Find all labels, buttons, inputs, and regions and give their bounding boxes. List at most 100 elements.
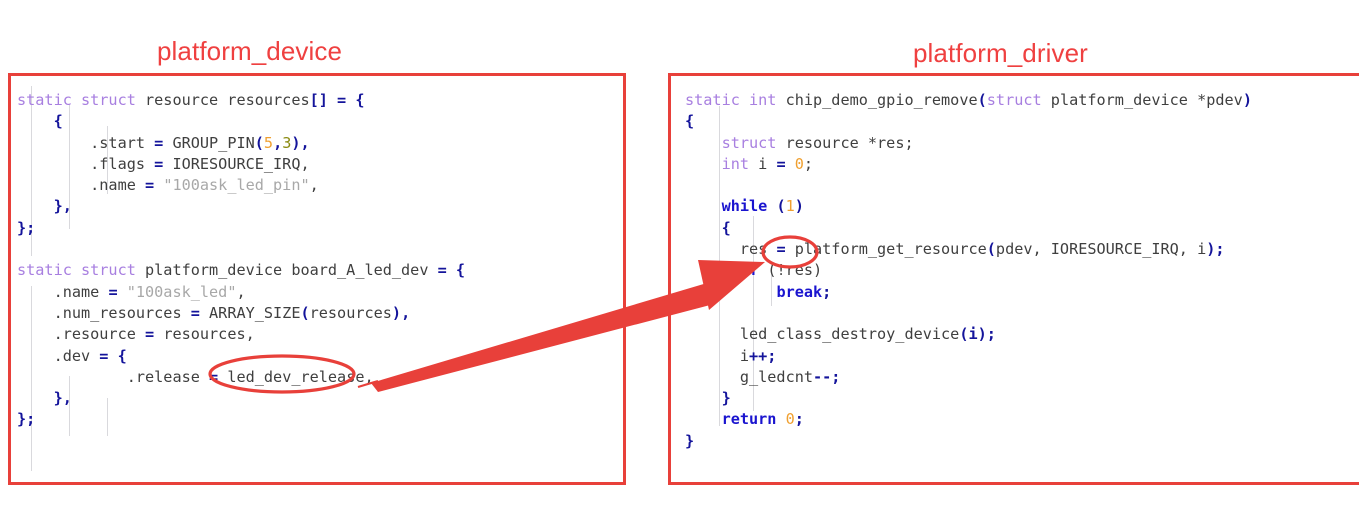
code-token: 0 — [794, 154, 804, 173]
code-block-platform-device: static struct resource resources[] = { {… — [8, 73, 626, 485]
code-token: }; — [17, 410, 36, 429]
code-token: { — [721, 218, 731, 237]
code-token: break — [776, 282, 823, 301]
code-token: ++; — [749, 346, 777, 365]
code-token: } — [685, 431, 695, 450]
code-token: ), — [391, 303, 411, 322]
code-line: }; — [17, 218, 623, 239]
code-token: resources, — [163, 325, 255, 344]
code-line: .num_resources = ARRAY_SIZE(resources), — [17, 303, 623, 324]
page-title-platform-driver: platform_driver — [913, 38, 1088, 68]
code-line: static struct resource resources[] = { — [17, 90, 623, 111]
code-token: { — [117, 346, 127, 365]
code-token: 0 — [785, 410, 795, 429]
code-token: (i); — [959, 325, 996, 344]
code-token: platform_device — [1050, 91, 1198, 109]
code-token: .num_resources — [17, 303, 191, 322]
code-token: { — [685, 112, 695, 131]
code-token: return — [721, 410, 786, 429]
code-line: { — [17, 111, 623, 132]
code-line: .flags = IORESOURCE_IRQ, — [17, 154, 623, 175]
code-token: .resource — [17, 325, 146, 344]
code-line: } — [685, 431, 1359, 452]
code-line: int i = 0; — [685, 154, 1359, 175]
code-token: .start — [17, 133, 155, 152]
code-token: chip_demo_gpio_remove — [785, 91, 978, 109]
code-line: return 0; — [685, 409, 1359, 430]
code-token: IORESOURCE_IRQ, — [172, 154, 310, 173]
code-token: 1 — [785, 197, 795, 216]
code-token: }, — [53, 389, 72, 408]
code-token: pdev, IORESOURCE_IRQ, i — [995, 240, 1207, 259]
code-token: ; — [822, 282, 832, 301]
code-line: static int chip_demo_gpio_remove(struct … — [685, 90, 1359, 111]
code-line: .start = GROUP_PIN(5,3), — [17, 133, 623, 154]
code-line: } — [685, 388, 1359, 409]
code-text-platform-device: static struct resource resources[] = { {… — [11, 76, 623, 431]
code-token: ) — [1242, 91, 1252, 109]
code-token: }, — [53, 197, 72, 216]
code-line: static struct platform_device board_A_le… — [17, 260, 623, 281]
code-line: .resource = resources, — [17, 324, 623, 345]
code-line: .name = "100ask_led_pin", — [17, 175, 623, 196]
code-token: = — [776, 154, 795, 173]
code-token: = — [190, 303, 210, 322]
code-token: ( — [300, 303, 310, 322]
code-token: platform_get_resource — [794, 240, 987, 259]
code-token: i — [685, 346, 750, 365]
code-token: [] = { — [309, 91, 365, 109]
code-token: .dev — [17, 346, 100, 365]
page-title-platform-device: platform_device — [157, 36, 343, 66]
code-line: { — [685, 111, 1359, 132]
code-token: { — [53, 112, 63, 131]
code-token: = — [145, 325, 164, 344]
code-token: ; — [794, 410, 804, 429]
code-token: (!res) — [767, 261, 823, 280]
code-token: ARRAY_SIZE — [209, 303, 301, 322]
code-token: resource *res; — [785, 133, 914, 152]
code-line: g_ledcnt--; — [685, 367, 1359, 388]
code-line: break; — [685, 282, 1359, 303]
code-token: --; — [813, 367, 841, 386]
code-token: "100ask_led" — [126, 282, 237, 301]
code-token: ); — [1206, 240, 1225, 259]
code-token: 5 — [263, 133, 274, 152]
code-token: struct — [721, 133, 786, 152]
code-line: }, — [17, 196, 623, 217]
code-token: = — [108, 282, 127, 301]
code-line: }; — [17, 409, 623, 430]
code-token: "100ask_led_pin" — [163, 176, 310, 195]
code-token: GROUP_PIN — [172, 133, 255, 152]
code-token: = — [154, 133, 173, 152]
code-token: led_dev_release, — [227, 367, 374, 386]
code-token: while — [721, 197, 777, 216]
code-token: if — [739, 261, 768, 280]
code-token: 3 — [282, 133, 292, 152]
code-token: ( — [977, 91, 987, 109]
code-token: static int — [685, 91, 786, 109]
code-token: = — [145, 176, 164, 195]
code-token: = { — [437, 261, 466, 280]
code-token: ) — [794, 197, 804, 216]
code-token: led_class_destroy_device — [685, 325, 960, 344]
code-line: .dev = { — [17, 346, 623, 367]
code-line: i++; — [685, 346, 1359, 367]
code-token: = — [209, 367, 228, 386]
code-token: resources — [309, 303, 392, 322]
code-token: , — [273, 133, 283, 152]
code-token: = — [99, 346, 118, 365]
code-token: , — [309, 176, 319, 195]
code-token: ; — [803, 154, 814, 173]
code-token: platform_device board_A_led_dev — [145, 261, 438, 280]
code-line: led_class_destroy_device(i); — [685, 324, 1359, 345]
